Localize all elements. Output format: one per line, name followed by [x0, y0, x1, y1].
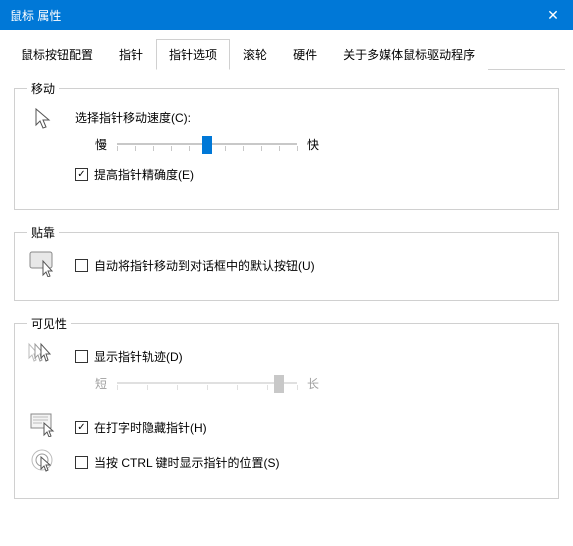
tab-label: 硬件: [293, 48, 317, 62]
tab-pointer-options[interactable]: 指针选项: [156, 39, 230, 70]
window-title: 鼠标 属性: [10, 7, 533, 24]
hide-while-typing-label: 在打字时隐藏指针(H): [94, 419, 207, 436]
dialog-body: 鼠标按钮配置 指针 指针选项 滚轮 硬件 关于多媒体鼠标驱动程序 移动 选择指针…: [0, 30, 573, 543]
group-motion: 移动 选择指针移动速度(C): 慢 快: [14, 80, 559, 210]
group-motion-legend: 移动: [27, 80, 59, 97]
tab-hardware[interactable]: 硬件: [280, 39, 330, 70]
tab-label: 指针: [119, 48, 143, 62]
ctrl-locate-checkbox[interactable]: [75, 456, 88, 469]
tab-about-driver[interactable]: 关于多媒体鼠标驱动程序: [330, 39, 488, 70]
tab-wheel[interactable]: 滚轮: [230, 39, 280, 70]
speed-slider-thumb[interactable]: [202, 136, 212, 154]
show-trails-checkbox[interactable]: [75, 350, 88, 363]
speed-slider[interactable]: [117, 132, 297, 156]
group-visibility-legend: 可见性: [27, 315, 71, 332]
group-snap: 贴靠 自动将指针移动到对话框中的默认按钮(U): [14, 224, 559, 301]
tab-pointers[interactable]: 指针: [106, 39, 156, 70]
tab-label: 鼠标按钮配置: [21, 48, 93, 62]
trail-short-label: 短: [95, 375, 107, 392]
trail-long-label: 长: [307, 375, 319, 392]
ctrl-locate-label: 当按 CTRL 键时显示指针的位置(S): [94, 454, 280, 471]
close-icon: ✕: [547, 7, 559, 24]
snap-to-button-icon: [27, 251, 61, 277]
auto-snap-checkbox[interactable]: [75, 259, 88, 272]
trail-slider-thumb: [274, 375, 284, 393]
speed-label: 选择指针移动速度(C):: [75, 109, 546, 126]
cursor-arrow-icon: [27, 107, 61, 131]
speed-slow-label: 慢: [95, 136, 107, 153]
auto-snap-label: 自动将指针移动到对话框中的默认按钮(U): [94, 257, 315, 274]
tab-content: 移动 选择指针移动速度(C): 慢 快: [8, 70, 565, 523]
tab-strip: 鼠标按钮配置 指针 指针选项 滚轮 硬件 关于多媒体鼠标驱动程序: [8, 38, 565, 70]
enhance-precision-checkbox[interactable]: [75, 168, 88, 181]
group-visibility: 可见性 显示指针轨迹(D) 短: [14, 315, 559, 499]
speed-fast-label: 快: [307, 136, 319, 153]
enhance-precision-label: 提高指针精确度(E): [94, 166, 194, 183]
hide-while-typing-checkbox[interactable]: [75, 421, 88, 434]
ctrl-locate-icon: [27, 448, 61, 476]
tab-label: 滚轮: [243, 48, 267, 62]
close-button[interactable]: ✕: [533, 0, 573, 30]
trail-slider: [117, 371, 297, 395]
tab-label: 关于多媒体鼠标驱动程序: [343, 48, 475, 62]
tab-label: 指针选项: [169, 48, 217, 62]
show-trails-label: 显示指针轨迹(D): [94, 348, 183, 365]
pointer-trails-icon: [27, 342, 61, 366]
titlebar: 鼠标 属性 ✕: [0, 0, 573, 30]
tab-buttons[interactable]: 鼠标按钮配置: [8, 39, 106, 70]
hide-while-typing-icon: [27, 413, 61, 437]
group-snap-legend: 贴靠: [27, 224, 59, 241]
